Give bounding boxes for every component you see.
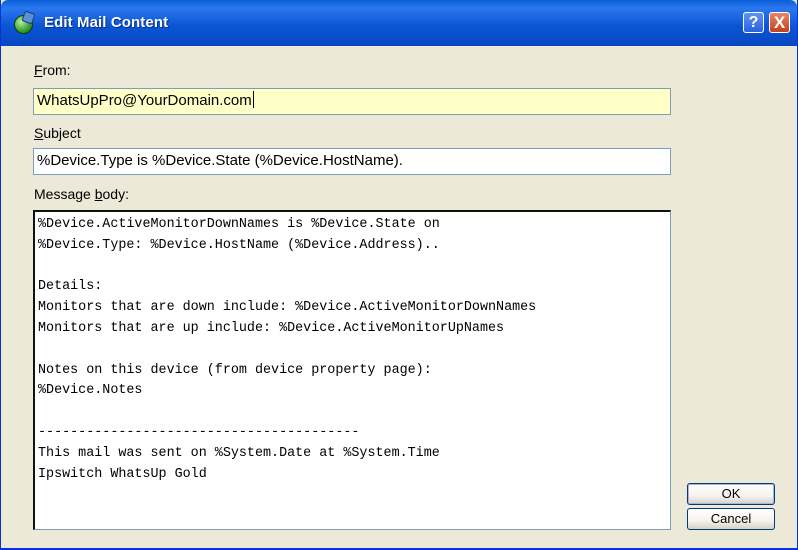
from-label: From:	[34, 62, 71, 78]
subject-field[interactable]: %Device.Type is %Device.State (%Device.H…	[33, 148, 671, 175]
message-body-line: Notes on this device (from device proper…	[38, 362, 432, 378]
message-body-line: %Device.ActiveMonitorDownNames is %Devic…	[38, 217, 440, 232]
message-body-line	[38, 340, 670, 361]
subject-label-text: ubject	[43, 125, 81, 141]
from-label-text: rom:	[42, 62, 71, 78]
message-body-label: Message body:	[34, 186, 129, 202]
from-label-accelerator: F	[34, 62, 43, 78]
cancel-button[interactable]: Cancel	[687, 508, 775, 530]
from-value: WhatsUpPro@YourDomain.com	[37, 92, 252, 109]
message-body-label-pre: Message	[34, 186, 95, 202]
message-body-line: Details:	[38, 279, 103, 295]
network-globe-icon	[14, 15, 33, 34]
text-caret	[252, 91, 254, 108]
subject-label-accelerator: S	[34, 125, 44, 141]
message-body-line: Ipswitch WhatsUp Gold	[38, 466, 207, 482]
dialog-title: Edit Mail Content	[44, 14, 169, 31]
message-body-line: Monitors that are up include: %Device.Ac…	[38, 320, 505, 336]
subject-value: %Device.Type is %Device.State (%Device.H…	[37, 152, 403, 169]
message-body-line: %Device.Type: %Device.HostName (%Device.…	[38, 237, 440, 253]
message-body-line: %Device.Notes	[38, 383, 143, 399]
title-bar[interactable]: Edit Mail Content ? X	[1, 0, 797, 46]
message-body-line	[38, 402, 670, 423]
edit-mail-content-dialog: Edit Mail Content ? X From: WhatsUpPro@Y…	[0, 0, 798, 550]
message-body-label-accelerator: b	[94, 186, 103, 202]
message-body-line: This mail was sent on %System.Date at %S…	[38, 445, 440, 461]
close-icon: X	[773, 13, 786, 32]
subject-label: Subject	[34, 125, 81, 141]
message-body-textarea[interactable]: %Device.ActiveMonitorDownNames is %Devic…	[33, 210, 671, 530]
ok-button[interactable]: OK	[687, 483, 775, 505]
help-button[interactable]: ?	[743, 12, 764, 33]
message-body-label-post: ody:	[102, 186, 129, 202]
message-body-line: Monitors that are down include: %Device.…	[38, 300, 537, 316]
close-button[interactable]: X	[769, 12, 790, 33]
message-body-line: ----------------------------------------	[38, 424, 360, 440]
message-body-line	[38, 257, 670, 278]
help-icon: ?	[748, 14, 759, 31]
from-field[interactable]: WhatsUpPro@YourDomain.com	[33, 88, 671, 115]
